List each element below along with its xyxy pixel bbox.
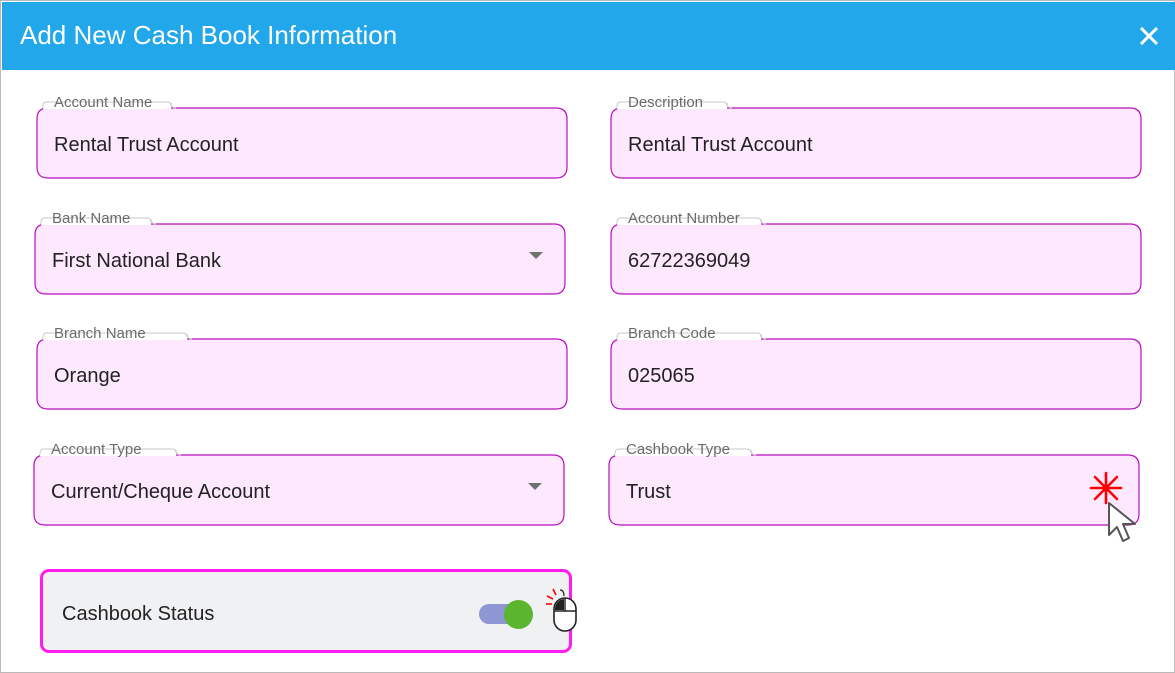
bank-name-select[interactable]: Bank Name First National Bank [34,210,566,296]
branch-code-field[interactable]: Branch Code 025065 [610,325,1142,411]
close-icon [1139,26,1159,46]
branch-name-field[interactable]: Branch Name Orange [36,325,568,411]
branch-code-label: Branch Code [628,325,716,342]
account-type-value: Current/Cheque Account [51,481,271,503]
account-name-value: Rental Trust Account [54,134,239,156]
description-field[interactable]: Description Rental Trust Account [610,94,1142,180]
cursor-pointer-icon [1089,471,1149,550]
cashbook-status-toggle[interactable] [477,600,535,629]
cashbook-status-row: Cashbook Status [40,569,572,653]
mouse-click-icon [544,588,584,639]
account-name-field[interactable]: Account Name Rental Trust Account [36,94,568,180]
account-number-field[interactable]: Account Number 62722369049 [610,210,1142,296]
chevron-down-icon[interactable] [528,483,542,490]
description-value: Rental Trust Account [628,134,813,156]
cash-book-dialog: Add New Cash Book Information Account Na… [0,0,1175,673]
close-button[interactable] [1132,19,1166,53]
bank-name-value: First National Bank [52,250,221,272]
dialog-header: Add New Cash Book Information [2,2,1175,70]
account-name-label: Account Name [54,94,153,111]
account-type-label: Account Type [51,441,142,458]
toggle-knob [504,600,533,629]
cashbook-status-label: Cashbook Status [62,603,215,625]
branch-name-label: Branch Name [54,325,146,342]
cashbook-type-value: Trust [626,481,671,503]
account-type-select[interactable]: Account Type Current/Cheque Account [33,441,565,527]
dialog-title: Add New Cash Book Information [20,20,398,50]
branch-code-value: 025065 [628,365,695,387]
bank-name-label: Bank Name [52,210,131,227]
account-number-label: Account Number [628,210,740,227]
description-label: Description [628,94,704,111]
cashbook-type-label: Cashbook Type [626,441,730,458]
chevron-down-icon[interactable] [529,252,543,259]
account-number-value: 62722369049 [628,250,751,272]
cashbook-type-field[interactable]: Cashbook Type Trust [608,441,1140,527]
branch-name-value: Orange [54,365,121,387]
